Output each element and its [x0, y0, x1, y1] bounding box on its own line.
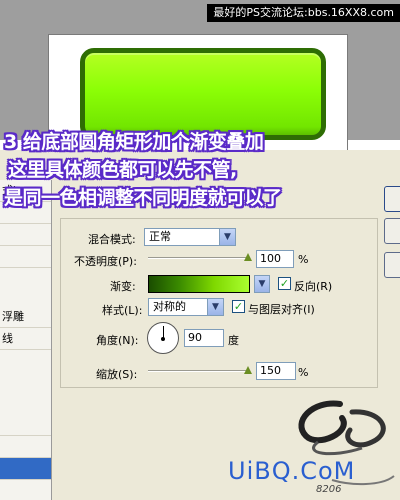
- style-list-item[interactable]: [0, 246, 51, 268]
- chevron-down-icon: ▼: [207, 299, 223, 315]
- gradient-swatch[interactable]: [148, 275, 250, 293]
- style-list-item-stroke[interactable]: 线: [0, 328, 51, 350]
- blend-mode-label: 混合模式:: [88, 233, 136, 246]
- style-list-item-bevel[interactable]: 浮雕: [0, 306, 51, 328]
- style-list-item[interactable]: [0, 224, 51, 246]
- blend-mode-value: 正常: [149, 230, 171, 243]
- style-list-item[interactable]: [0, 480, 51, 500]
- logo-subtext: 8206: [316, 484, 342, 495]
- tutorial-annotation: 3 给底部圆角矩形加个渐变叠加 这里具体颜色都可以先不管, 是同一色相调整不同明…: [2, 128, 398, 212]
- annotation-line-2: 这里具体颜色都可以先不管,: [8, 159, 237, 181]
- scale-unit: %: [298, 366, 309, 379]
- scale-slider-track[interactable]: [148, 370, 248, 372]
- align-with-layer-checkbox[interactable]: ✓: [232, 300, 245, 313]
- scale-label: 缩放(S):: [96, 368, 138, 381]
- forum-watermark: 最好的PS交流论坛:bbs.16XX8.com: [207, 4, 400, 22]
- cancel-button[interactable]: [384, 218, 400, 244]
- blend-mode-select[interactable]: 正常 ▼: [144, 228, 236, 246]
- chevron-down-icon[interactable]: ▼: [254, 275, 270, 293]
- opacity-slider-thumb[interactable]: [244, 253, 252, 261]
- gradient-label: 渐变:: [110, 280, 136, 293]
- angle-unit: 度: [228, 334, 239, 347]
- opacity-unit: %: [298, 253, 309, 266]
- scale-input[interactable]: 150: [256, 362, 296, 380]
- gradient-style-value: 对称的: [153, 300, 186, 313]
- style-list-item[interactable]: [0, 414, 51, 436]
- new-style-button[interactable]: [384, 252, 400, 278]
- angle-center-dot: [161, 337, 165, 341]
- align-with-layer-label: 与图层对齐(I): [248, 303, 315, 316]
- annotation-line-3: 是同一色相调整不同明度就可以了: [4, 187, 282, 209]
- angle-label: 角度(N):: [96, 334, 139, 347]
- style-list-item-gradient-overlay[interactable]: [0, 458, 51, 480]
- logo-text: UiBQ.CoM: [228, 457, 356, 485]
- angle-input[interactable]: 90: [184, 329, 224, 347]
- opacity-slider-track[interactable]: [148, 257, 248, 259]
- style-list-item[interactable]: [0, 436, 51, 458]
- opacity-label: 不透明度(P):: [74, 255, 137, 268]
- annotation-line-1: 3 给底部圆角矩形加个渐变叠加: [4, 131, 264, 153]
- chevron-down-icon: ▼: [219, 229, 235, 245]
- style-label: 样式(L):: [102, 304, 143, 317]
- scale-slider-thumb[interactable]: [244, 366, 252, 374]
- rounded-rectangle-preview: [80, 48, 326, 140]
- opacity-input[interactable]: 100: [256, 250, 294, 268]
- reverse-checkbox[interactable]: ✓: [278, 277, 291, 290]
- style-list-panel: 式) 浮雕 线: [0, 180, 52, 500]
- angle-dial[interactable]: [147, 322, 179, 354]
- gradient-style-select[interactable]: 对称的 ▼: [148, 298, 224, 316]
- reverse-label: 反向(R): [294, 280, 333, 293]
